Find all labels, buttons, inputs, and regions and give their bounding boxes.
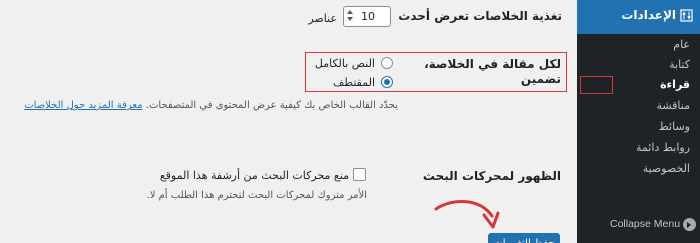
collapse-menu-label: Collapse Menu — [610, 218, 681, 230]
feed-content-label-line2: تضمين — [520, 72, 561, 86]
feed-content-label-line1: لكل مقالة في الخلاصة، — [424, 57, 561, 71]
discourage-search-checkbox[interactable] — [353, 168, 366, 181]
admin-sidebar: الإعدادات عام كتابة قراءة مناقشة وسائط ر… — [570, 0, 700, 243]
feed-items-value: 10 — [361, 10, 375, 23]
sidebar-item-privacy[interactable]: الخصوصية — [643, 162, 690, 175]
sidebar-item-general[interactable]: عام — [673, 38, 690, 51]
feed-items-unit: عناصر — [308, 12, 337, 25]
feed-items-number-input[interactable]: 10 — [343, 6, 391, 27]
sidebar-item-settings[interactable]: الإعدادات — [570, 0, 700, 34]
discourage-search-label[interactable]: منع محركات البحث من أرشفة هذا الموقع — [160, 169, 349, 182]
full-text-radio[interactable] — [381, 57, 393, 69]
search-visibility-description: الأمر متروك لمحركات البحث لتحترم هذا الط… — [146, 190, 367, 201]
collapse-arrow-icon — [683, 218, 696, 231]
settings-sliders-icon — [680, 9, 693, 22]
excerpt-label[interactable]: المقتطف — [333, 76, 375, 89]
wp-settings-reading-screen: الإعدادات عام كتابة قراءة مناقشة وسائط ر… — [0, 0, 700, 243]
feed-items-label: تغذية الخلاصات تعرض أحدث — [398, 9, 562, 23]
current-menu-arrow — [570, 10, 577, 24]
number-spinner[interactable] — [347, 10, 354, 23]
sidebar-item-discussion[interactable]: مناقشة — [656, 99, 690, 112]
spin-down-icon[interactable] — [347, 17, 353, 21]
sidebar-item-writing[interactable]: كتابة — [669, 58, 690, 71]
annotation-arrow-icon — [434, 199, 500, 229]
collapse-menu-button[interactable]: Collapse Menu — [577, 216, 700, 236]
sidebar-item-permalinks[interactable]: روابط دائمة — [636, 141, 690, 154]
sidebar-item-media[interactable]: وسائط — [659, 120, 690, 133]
save-changes-button[interactable]: حفظ التغييرات — [488, 233, 560, 243]
sidebar-item-reading[interactable]: قراءة — [660, 78, 690, 91]
spin-up-icon[interactable] — [347, 10, 353, 14]
feed-content-description: يحدّد القالب الخاص بك كيفية عرض المحتوى … — [145, 100, 398, 111]
excerpt-radio[interactable] — [381, 76, 393, 88]
feed-content-description-line: يحدّد القالب الخاص بك كيفية عرض المحتوى … — [0, 100, 398, 111]
full-text-label[interactable]: النص بالكامل — [315, 57, 375, 70]
learn-more-feeds-link[interactable]: معرفة المزيد حول الخلاصات — [24, 100, 142, 111]
reading-highlight-box — [580, 76, 613, 94]
search-visibility-label: الظهور لمحركات البحث — [422, 169, 561, 183]
sidebar-settings-label: الإعدادات — [621, 8, 676, 22]
